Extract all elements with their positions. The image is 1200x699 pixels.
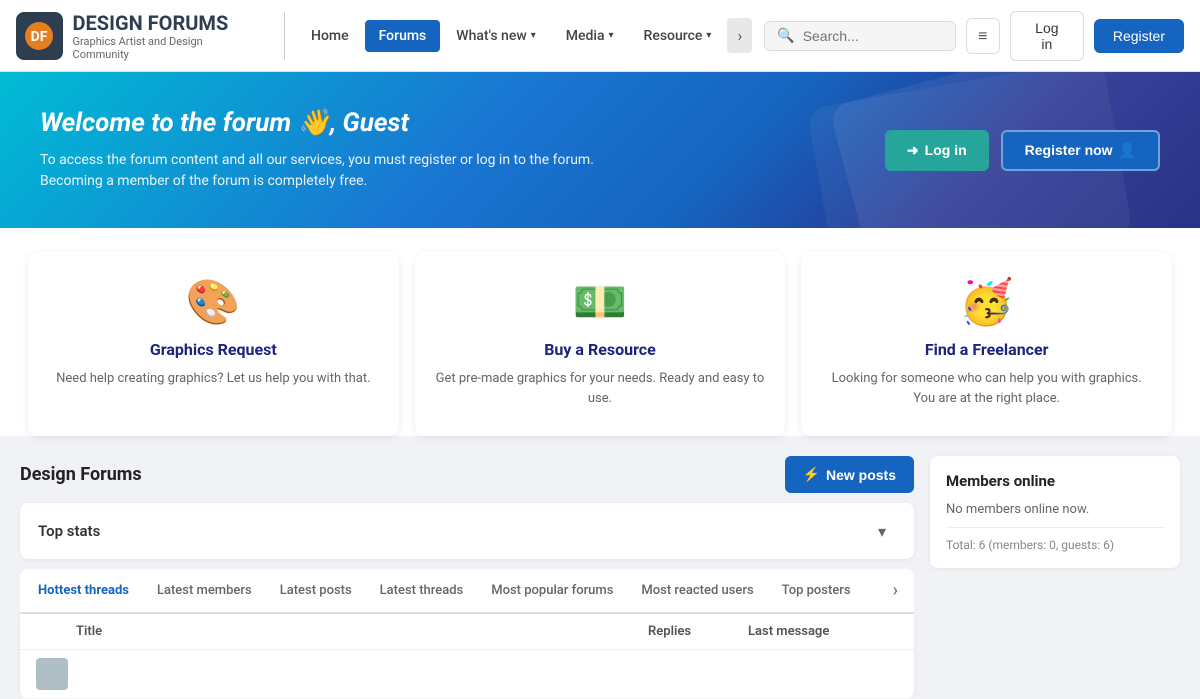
tab-popular-forums[interactable]: Most popular forums [477,569,627,614]
hero-title: Welcome to the forum 👋, Guest [40,108,885,138]
media-chevron-icon: ▾ [609,30,614,41]
tab-hottest-threads[interactable]: Hottest threads [24,569,143,614]
tabs-bar: Hottest threads Latest members Latest po… [20,569,914,614]
site-subtitle: Graphics Artist and Design Community [73,35,257,61]
section-title: Design Forums [20,464,142,485]
stats-toggle-button[interactable]: ▾ [868,517,896,545]
feature-card-freelancer: 🥳 Find a Freelancer Looking for someone … [801,252,1172,436]
graphics-icon: 🎨 [48,276,379,328]
members-total: Total: 6 (members: 0, guests: 6) [946,538,1164,552]
resource-icon: 💵 [435,276,766,328]
search-icon: 🔍 [777,28,794,44]
main-nav: Home Forums What's new ▾ Media ▾ Resourc… [297,18,752,53]
tabs-next-button[interactable]: › [881,570,910,611]
feature-desc-freelancer: Looking for someone who can help you wit… [821,369,1152,408]
register-button[interactable]: Register [1094,19,1184,53]
tab-latest-posts[interactable]: Latest posts [266,569,366,614]
hero-banner: Welcome to the forum 👋, Guest To access … [0,72,1200,228]
nav-more-button[interactable]: › [727,18,752,53]
nav-whats-new[interactable]: What's new ▾ [442,20,549,52]
tab-latest-members[interactable]: Latest members [143,569,266,614]
members-none-text: No members online now. [946,502,1164,517]
col-avatar [36,624,76,639]
header: DF DESIGN FORUMS Graphics Artist and Des… [0,0,1200,72]
col-title: Title [76,624,648,639]
arrow-right-icon: ➜ [907,142,919,159]
stats-bar: Top stats ▾ [20,503,914,559]
logo-area: DF DESIGN FORUMS Graphics Artist and Des… [16,11,256,61]
svg-text:DF: DF [31,29,48,45]
logo-text-area: DESIGN FORUMS Graphics Artist and Design… [73,11,257,61]
feature-card-graphics: 🎨 Graphics Request Need help creating gr… [28,252,399,436]
header-actions: 🔍 ≡ Log in Register [764,11,1184,61]
list-filter-icon[interactable]: ≡ [966,18,1000,54]
content-right: Members online No members online now. To… [930,456,1180,699]
new-posts-button[interactable]: ⚡ New posts [785,456,914,493]
col-last-message: Last message [748,624,898,639]
search-input[interactable] [803,28,943,44]
features-section: 🎨 Graphics Request Need help creating gr… [0,228,1200,436]
hero-login-button[interactable]: ➜ Log in [885,130,989,171]
feature-card-resource: 💵 Buy a Resource Get pre-made graphics f… [415,252,786,436]
hero-description: To access the forum content and all our … [40,150,640,192]
site-title: DESIGN FORUMS [73,11,257,35]
freelancer-icon: 🥳 [821,276,1152,328]
members-divider [946,527,1164,528]
tab-latest-threads[interactable]: Latest threads [366,569,478,614]
hero-register-button[interactable]: Register now 👤 [1001,130,1160,171]
table-row [20,650,914,699]
stats-label: Top stats [38,522,100,540]
hero-actions: ➜ Log in Register now 👤 [885,130,1160,171]
nav-resources[interactable]: Resource ▾ [630,20,726,52]
nav-forums[interactable]: Forums [365,20,441,52]
content-left: Design Forums ⚡ New posts Top stats ▾ Ho… [20,456,914,699]
nav-home[interactable]: Home [297,20,363,52]
logo-icon: DF [16,12,63,60]
feature-title-freelancer: Find a Freelancer [821,340,1152,359]
feature-title-resource: Buy a Resource [435,340,766,359]
members-online-title: Members online [946,472,1164,490]
feature-desc-resource: Get pre-made graphics for your needs. Re… [435,369,766,408]
person-icon: 👤 [1119,142,1136,159]
lightning-icon: ⚡ [803,466,820,483]
resources-chevron-icon: ▾ [706,30,711,41]
avatar [36,658,68,690]
tab-reacted-users[interactable]: Most reacted users [627,569,767,614]
nav-media[interactable]: Media ▾ [552,20,628,52]
members-online-panel: Members online No members online now. To… [930,456,1180,568]
tab-top-posters[interactable]: Top posters [768,569,865,614]
feature-desc-graphics: Need help creating graphics? Let us help… [48,369,379,389]
table-header: Title Replies Last message [20,614,914,650]
feature-title-graphics: Graphics Request [48,340,379,359]
section-header: Design Forums ⚡ New posts [20,456,914,493]
whats-new-chevron-icon: ▾ [531,30,536,41]
search-box[interactable]: 🔍 [764,21,955,51]
threads-table: Title Replies Last message [20,614,914,699]
login-button[interactable]: Log in [1010,11,1084,61]
header-divider [284,12,285,60]
col-replies: Replies [648,624,748,639]
hero-text: Welcome to the forum 👋, Guest To access … [40,108,885,192]
main-content: Design Forums ⚡ New posts Top stats ▾ Ho… [0,436,1200,699]
